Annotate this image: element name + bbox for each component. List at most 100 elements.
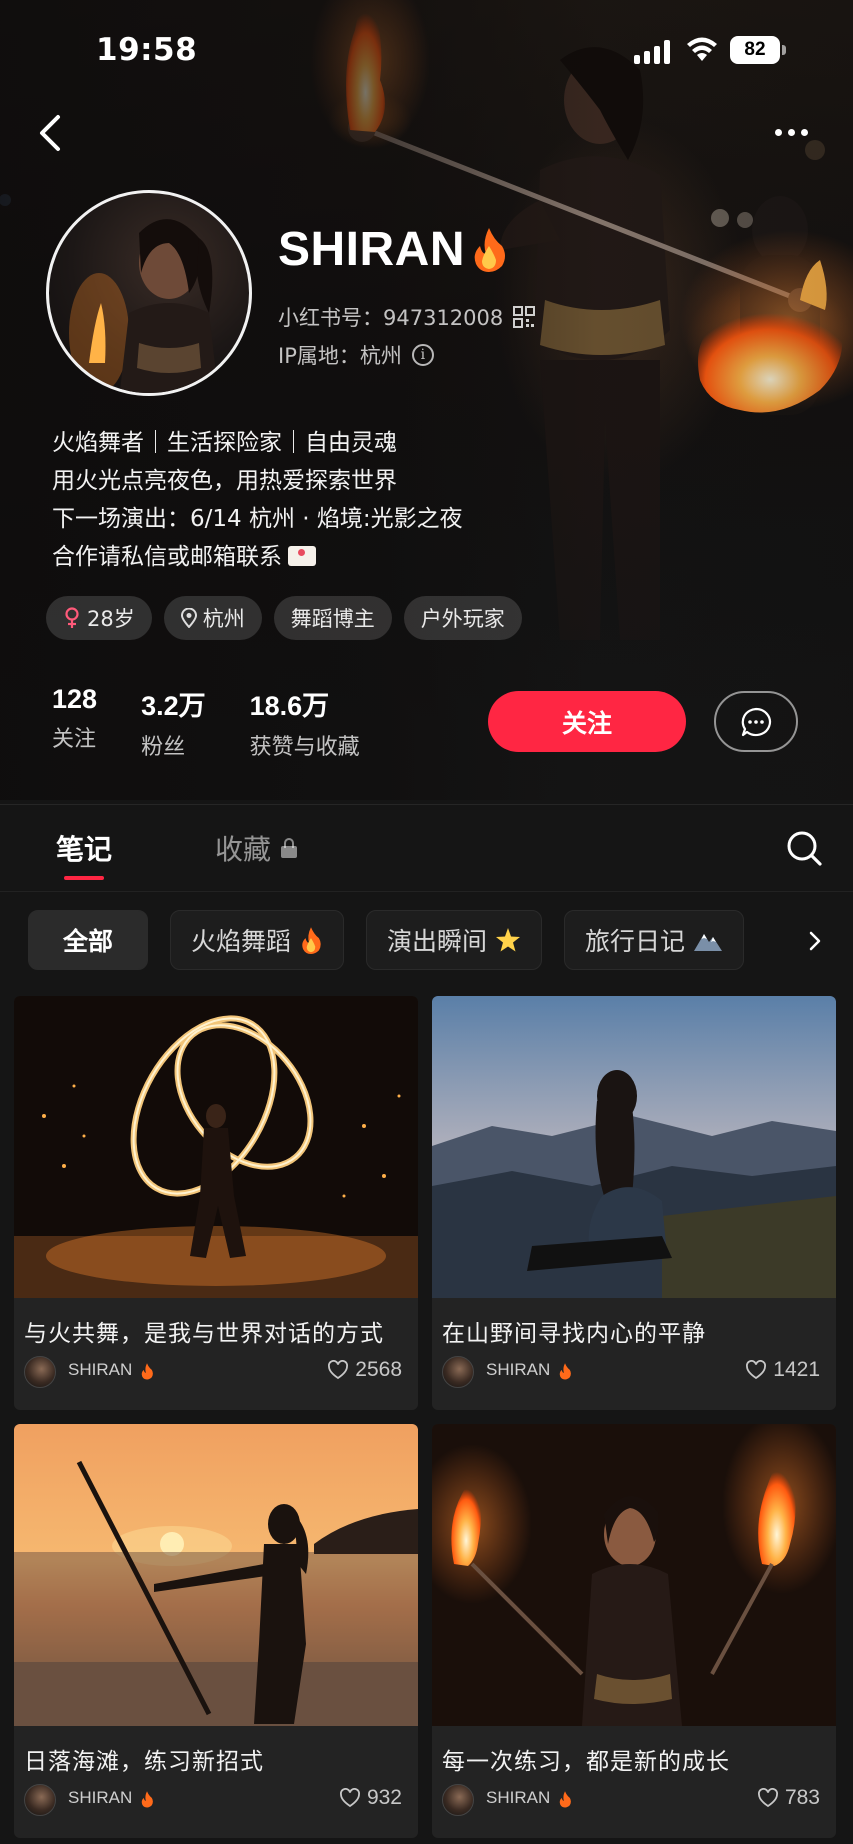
heart-icon [757,1788,778,1808]
red-id-text: 小红书号：947312008 [278,306,504,330]
tag-label: 户外玩家 [420,607,505,631]
author-avatar[interactable] [24,1784,56,1816]
like-number: 783 [784,1786,820,1809]
stat-number: 128 [52,684,98,714]
stat-label: 粉丝 [141,735,186,760]
author-name[interactable]: SHIRAN [68,1788,132,1808]
chips-scroll-right-button[interactable] [800,926,830,956]
fire-emoji-icon [141,1791,153,1808]
heart-icon [328,1360,349,1380]
tag-location: 杭州 [163,596,262,640]
qr-code-icon[interactable] [513,306,536,328]
post-image-beach-sunset [14,1424,418,1726]
stat-label: 关注 [52,727,97,752]
profile-bio: 火焰舞者｜生活探险家｜自由灵魂 用火光点亮夜色，用热爱探索世界 下一场演出：6/… [52,424,463,576]
profile-avatar[interactable] [46,190,252,396]
status-time: 19:58 [96,32,198,68]
battery-level: 82 [730,36,780,64]
author-name[interactable]: SHIRAN [486,1788,550,1808]
mountain-emoji-icon [694,934,723,951]
tag-label: 28岁 [87,607,135,631]
tag-label: 杭州 [202,607,245,631]
fire-emoji-icon [474,228,505,272]
stat-following[interactable]: 128 关注 [52,684,97,761]
bio-line-contact: 合作请私信或邮箱联系 [52,538,463,576]
status-bar: 19:58 82 [0,30,853,70]
post-card[interactable]: 日落海滩，练习新招式 SHIRAN 932 [14,1424,418,1838]
wifi-icon [687,37,717,61]
content-tabs: 笔记 收藏 [0,806,853,892]
bio-line: 合作请私信或邮箱联系 [52,544,282,570]
like-count[interactable]: 1421 [745,1358,820,1382]
chip-label: 火焰舞蹈 [191,927,292,956]
chip-travel[interactable]: 旅行日记 [564,910,745,970]
section-divider [0,891,853,892]
follow-button[interactable]: 关注 [488,691,686,752]
chip-label: 全部 [63,927,114,956]
like-number: 2568 [355,1358,402,1381]
fire-emoji-icon [141,1363,153,1380]
post-meta: SHIRAN 783 [442,1782,826,1818]
stat-number: 3.2万 [141,691,206,721]
post-title: 每一次练习，都是新的成长 [442,1749,730,1775]
search-icon[interactable] [782,826,826,870]
section-divider [0,804,853,805]
tab-favorites[interactable]: 收藏 [215,828,298,868]
stat-likes-collections[interactable]: 18.6万 获赞与收藏 [250,684,360,761]
more-options-button[interactable] [766,112,816,152]
chip-all[interactable]: 全部 [28,910,149,970]
post-meta: SHIRAN 1421 [442,1354,826,1390]
profile-stats: 128 关注 3.2万 粉丝 18.6万 获赞与收藏 [52,684,404,761]
bio-line: 下一场演出：6/14 杭州 · 焰境:光影之夜 [52,506,463,532]
fire-emoji-icon [302,927,321,954]
cellular-signal-icon [634,38,670,64]
chip-label: 演出瞬间 [387,927,488,956]
post-meta: SHIRAN 932 [24,1782,408,1818]
hero-overlay [0,0,853,800]
envelope-icon [288,546,316,566]
tag-outdoor: 户外玩家 [403,596,522,640]
chip-performance[interactable]: 演出瞬间 [366,910,543,970]
chevron-left-icon [40,115,60,151]
author-name[interactable]: SHIRAN [486,1360,550,1380]
like-count[interactable]: 932 [339,1786,402,1810]
profile-tags: 28岁 杭州 舞蹈博主 户外玩家 [46,596,522,640]
post-card[interactable]: 与火共舞，是我与世界对话的方式 SHIRAN 2568 [14,996,418,1410]
chat-bubble-icon [741,707,772,736]
author-avatar[interactable] [442,1784,474,1816]
like-count[interactable]: 783 [757,1786,820,1810]
author-avatar[interactable] [24,1356,56,1388]
post-title: 在山野间寻找内心的平静 [442,1321,706,1347]
info-icon[interactable]: i [411,344,434,366]
category-chips: 全部 火焰舞蹈 演出瞬间 旅行日记 [28,910,745,970]
tag-age: 28岁 [46,596,152,640]
post-card[interactable]: 每一次练习，都是新的成长 SHIRAN 783 [432,1424,836,1838]
star-emoji-icon [496,928,521,952]
ip-location-text: IP属地：杭州 [278,344,402,368]
like-count[interactable]: 2568 [327,1358,402,1382]
active-tab-indicator [64,876,104,880]
fire-emoji-icon [559,1363,571,1380]
back-button[interactable] [30,108,70,158]
stat-followers[interactable]: 3.2万 粉丝 [141,684,206,761]
tab-favorites-label: 收藏 [215,833,272,866]
gender-female-icon [65,607,79,628]
avatar-image [69,219,219,393]
post-title: 与火共舞，是我与世界对话的方式 [24,1321,384,1347]
author-avatar[interactable] [442,1356,474,1388]
stat-label: 获赞与收藏 [249,735,360,760]
profile-header-background [0,0,853,800]
message-button[interactable] [714,691,798,752]
author-name[interactable]: SHIRAN [68,1360,132,1380]
tab-notes[interactable]: 笔记 [56,828,113,880]
like-number: 932 [366,1786,402,1809]
post-image-fire-rings [14,996,418,1298]
chevron-right-icon [809,931,821,951]
tag-label: 舞蹈博主 [290,607,375,631]
battery-icon: 82 [730,36,786,64]
post-image-fire-torches [432,1424,836,1726]
chip-fire-dance[interactable]: 火焰舞蹈 [170,910,345,970]
post-card[interactable]: 在山野间寻找内心的平静 SHIRAN 1421 [432,996,836,1410]
tab-notes-label: 笔记 [56,833,113,866]
lock-icon [281,838,298,858]
